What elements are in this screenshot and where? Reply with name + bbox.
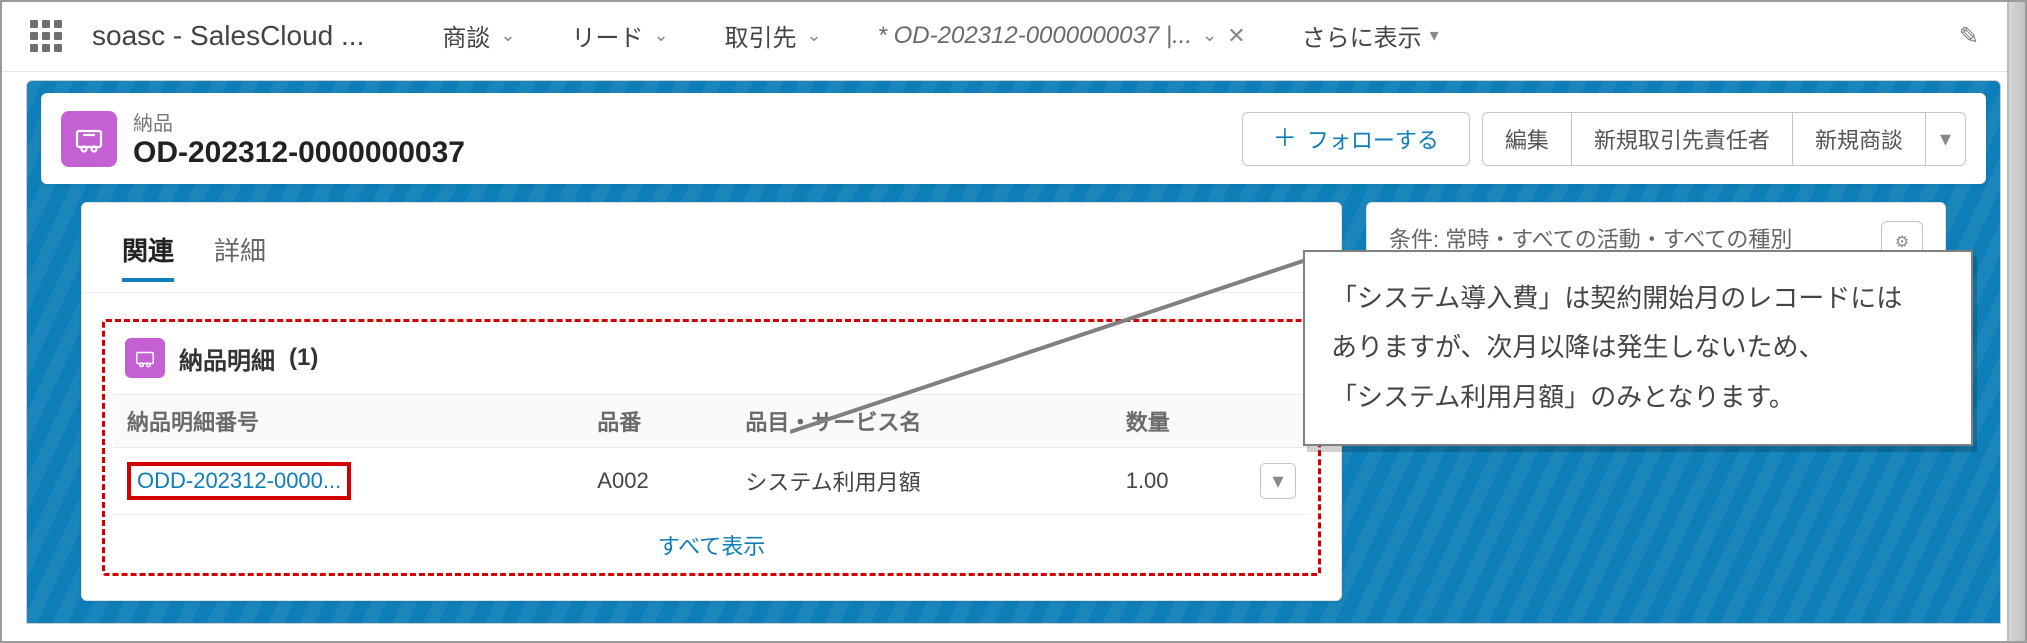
record-link[interactable]: ODD-202312-0000... — [137, 468, 341, 493]
new-contact-button[interactable]: 新規取引先責任者 — [1571, 112, 1793, 166]
callout-line: ありますが、次月以降は発生しないため、 — [1331, 323, 1945, 372]
nav-item-account[interactable]: 取引先 ⌄ — [707, 0, 840, 72]
related-list-icon — [125, 338, 165, 378]
col-header-item[interactable]: 品目・サービス名 — [731, 395, 1111, 448]
chevron-down-icon[interactable]: ⌄ — [500, 25, 515, 46]
show-all-link[interactable]: すべて表示 — [113, 515, 1310, 565]
tab-related[interactable]: 関連 — [122, 221, 174, 282]
table-row: ODD-202312-0000... A002 システム利用月額 1.00 ▾ — [113, 448, 1310, 515]
more-actions-button[interactable]: ▾ — [1925, 112, 1966, 166]
nav-item-label: 取引先 — [725, 18, 797, 53]
chevron-down-icon[interactable]: ⌄ — [1202, 25, 1217, 46]
annotation-callout: 「システム導入費」は契約開始月のレコードには ありますが、次月以降は発生しないた… — [1303, 250, 1973, 446]
col-header-id[interactable]: 納品明細番号 — [113, 395, 583, 448]
triangle-down-icon: ▾ — [1272, 468, 1283, 494]
gear-icon: ⚙ — [1895, 232, 1909, 252]
close-icon[interactable]: ✕ — [1227, 23, 1245, 49]
global-nav: soasc - SalesCloud ... 商談 ⌄ リード ⌄ 取引先 ⌄ … — [0, 0, 2027, 72]
app-name: soasc - SalesCloud ... — [92, 20, 364, 52]
callout-line: 「システム利用月額」のみとなります。 — [1331, 373, 1945, 422]
nav-item-label: 商談 — [442, 18, 490, 53]
edit-pencil-icon[interactable]: ✎ — [1959, 22, 1979, 51]
new-opportunity-button[interactable]: 新規商談 — [1792, 112, 1926, 166]
record-actions: ＋ フォローする 編集 新規取引先責任者 新規商談 ▾ — [1242, 112, 1966, 166]
record-header: 納品 OD-202312-0000000037 ＋ フォローする 編集 新規取引… — [41, 93, 1986, 184]
chevron-down-icon[interactable]: ⌄ — [807, 25, 822, 46]
related-panel: 関連 詳細 納品明細 (1) — [81, 202, 1342, 601]
related-list-title[interactable]: 納品明細 (1) — [113, 334, 1310, 394]
related-list-name: 納品明細 — [179, 341, 275, 376]
nav-item-label: リード — [571, 18, 643, 53]
tab-detail[interactable]: 詳細 — [214, 221, 266, 282]
record-name: OD-202312-0000000037 — [133, 136, 465, 170]
record-tabs: 関連 詳細 — [82, 221, 1341, 293]
follow-button[interactable]: ＋ フォローする — [1242, 112, 1470, 166]
nav-more[interactable]: さらに表示 ▾ — [1284, 0, 1457, 72]
col-header-code[interactable]: 品番 — [583, 395, 731, 448]
related-list-count: (1) — [289, 344, 318, 372]
edit-button[interactable]: 編集 — [1482, 112, 1572, 166]
col-header-qty[interactable]: 数量 — [1112, 395, 1246, 448]
window-scroll-edge — [2007, 0, 2027, 643]
record-object-label: 納品 — [133, 107, 465, 136]
nav-item-opportunity[interactable]: 商談 ⌄ — [424, 0, 533, 72]
table-header-row: 納品明細番号 品番 品目・サービス名 数量 — [113, 395, 1310, 448]
related-list-table: 納品明細番号 品番 品目・サービス名 数量 ODD-202312-0000... — [113, 394, 1310, 515]
chevron-down-icon[interactable]: ⌄ — [653, 25, 668, 46]
callout-line: 「システム導入費」は契約開始月のレコードには — [1331, 274, 1945, 323]
triangle-down-icon[interactable]: ▾ — [1430, 25, 1439, 46]
row-menu-button[interactable]: ▾ — [1260, 463, 1296, 499]
action-button-group: 編集 新規取引先責任者 新規商談 ▾ — [1482, 112, 1966, 166]
follow-button-label: フォローする — [1307, 123, 1439, 155]
highlight-box: ODD-202312-0000... — [127, 462, 351, 500]
related-list-card: 納品明細 (1) 納品明細番号 品番 品目・サービス名 数量 — [102, 319, 1321, 576]
cell-item-name: システム利用月額 — [731, 448, 1111, 515]
cell-code: A002 — [583, 448, 731, 515]
nav-item-label: * OD-202312-0000000037 |... — [878, 22, 1192, 50]
app-launcher-icon[interactable] — [30, 20, 62, 52]
record-object-icon — [61, 111, 117, 167]
nav-item-active-record[interactable]: * OD-202312-0000000037 |... ⌄ ✕ — [860, 0, 1264, 70]
triangle-down-icon: ▾ — [1940, 126, 1951, 151]
record-title-block: 納品 OD-202312-0000000037 — [133, 107, 465, 170]
cell-qty: 1.00 — [1112, 448, 1246, 515]
nav-more-label: さらに表示 — [1302, 18, 1422, 53]
nav-item-lead[interactable]: リード ⌄ — [553, 0, 686, 72]
